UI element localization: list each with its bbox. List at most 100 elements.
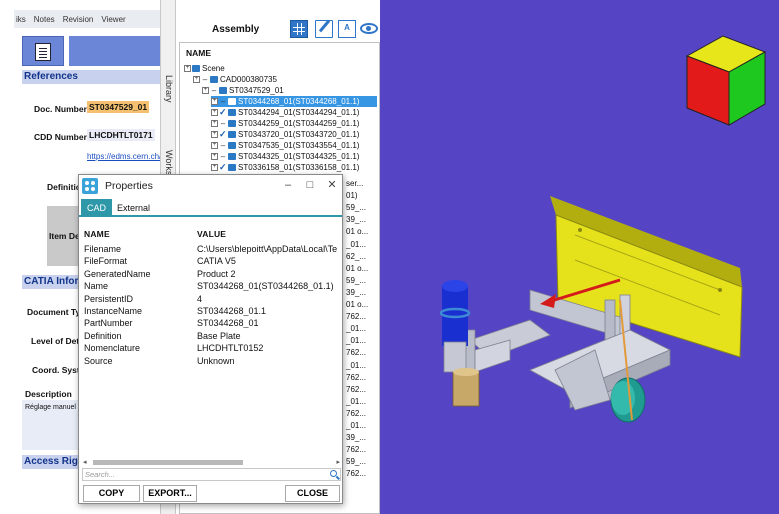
tree-row[interactable]: + – ST0347535_01(ST0343554_01.1) [211,140,359,151]
tree-row-truncated[interactable]: _01... [346,397,366,406]
search-icon[interactable] [330,470,337,477]
column-header-value[interactable]: VALUE [197,229,226,239]
document-icon-button[interactable] [22,36,64,66]
tab-external[interactable]: External [111,199,156,217]
close-button[interactable]: CLOSE [285,485,340,502]
property-value[interactable]: ST0344268_01.1 [197,306,342,316]
minimize-button[interactable]: – [279,177,297,193]
menu-item-revision[interactable]: Revision [63,15,94,24]
scroll-left-icon[interactable]: ◂ [83,458,87,466]
cdd-number-value[interactable]: LHCDHTLT0171 [87,129,155,141]
visibility-check-icon[interactable]: ✓ [219,162,227,173]
tree-row-truncated[interactable]: 762... [346,312,366,321]
tree-row-truncated[interactable]: _01... [346,336,366,345]
expand-toggle-icon[interactable]: + [193,76,200,83]
orientation-cube[interactable] [685,35,767,126]
maximize-button[interactable]: □ [301,177,319,193]
property-value[interactable]: CATIA V5 [197,256,342,266]
expand-toggle-icon[interactable]: + [211,98,218,105]
tree-row-truncated[interactable]: 01) [346,191,358,200]
tree-row[interactable]: + ✓ ST0343720_01(ST0343720_01.1) [211,129,359,140]
tree-row-truncated[interactable]: 62_... [346,252,366,261]
tab-cad[interactable]: CAD [81,199,113,217]
doc-number-value[interactable]: ST0347529_01 [87,101,150,113]
column-header-name[interactable]: NAME [84,229,110,239]
yellow-plate-part[interactable] [550,196,743,358]
expand-toggle-icon[interactable]: + [211,142,218,149]
tree-row-truncated[interactable]: 39_... [346,433,366,442]
tree-row-truncated[interactable]: _01... [346,240,366,249]
tree-row-truncated[interactable]: 39_... [346,215,366,224]
property-value[interactable]: 4 [197,294,342,304]
tree-row-truncated[interactable]: 01 o... [346,227,368,236]
property-value[interactable]: Base Plate [197,331,342,341]
scrollbar-thumb[interactable] [93,460,243,465]
visibility-hidden-icon[interactable]: – [210,85,218,96]
expand-toggle-icon[interactable]: + [211,153,218,160]
dialog-title-bar[interactable]: Properties – □ ✕ [79,175,342,197]
tree-row-truncated[interactable]: 762... [346,445,366,454]
export-button[interactable]: EXPORT... [143,485,197,502]
tree-row[interactable]: + Scene [184,63,225,74]
grid-view-icon[interactable] [290,20,308,38]
visibility-hidden-icon[interactable]: – [219,140,227,151]
tree-row[interactable]: + ✓ ST0344294_01(ST0344294_01.1) [211,107,359,118]
visibility-check-icon[interactable]: ✓ [219,107,227,118]
3d-viewport[interactable] [380,0,779,514]
expand-toggle-icon[interactable]: + [211,131,218,138]
tree-row-truncated[interactable]: 59_... [346,203,366,212]
tree-row[interactable]: + ✓ ST0336158_01(ST0336158_01.1) [211,162,359,173]
tree-row-truncated[interactable]: 762... [346,373,366,382]
property-value[interactable]: Unknown [197,356,342,366]
expand-toggle-icon[interactable]: + [211,164,218,171]
expand-toggle-icon[interactable]: + [202,87,209,94]
edms-link[interactable]: https://edms.cern.ch/ [87,152,160,161]
property-value[interactable]: Product 2 [197,269,342,279]
menu-item-notes[interactable]: Notes [34,15,55,24]
properties-search-input[interactable]: Search... [82,468,341,481]
expand-toggle-icon[interactable]: + [184,65,191,72]
property-value[interactable]: ST0344268_01(ST0344268_01.1) [197,281,342,291]
scroll-right-icon[interactable]: ▸ [336,458,340,466]
visibility-hidden-icon[interactable]: – [219,151,227,162]
tree-row-truncated[interactable]: 762... [346,348,366,357]
menu-item-viewer[interactable]: Viewer [101,15,125,24]
property-value[interactable]: C:\Users\blepoitt\AppData\Local\Te [197,244,342,254]
tree-row-truncated[interactable]: 01 o... [346,264,368,273]
tree-row[interactable]: + – ST0347529_01 [202,85,284,96]
visibility-hidden-icon[interactable]: – [219,118,227,129]
close-window-button[interactable]: ✕ [323,177,341,193]
expand-toggle-icon[interactable]: + [211,120,218,127]
visibility-check-icon[interactable]: ✓ [219,129,227,140]
tree-row-truncated[interactable]: 762... [346,409,366,418]
tree-row-truncated[interactable]: 762... [346,385,366,394]
property-value[interactable]: ST0344268_01 [197,318,342,328]
tree-row-truncated[interactable]: _01... [346,421,366,430]
copy-button[interactable]: COPY [83,485,140,502]
property-value[interactable]: LHCDHTLT0152 [197,343,342,353]
visibility-eye-icon[interactable] [360,23,378,34]
blue-cylinder-part[interactable] [439,280,471,373]
visibility-hidden-icon[interactable]: – [201,74,209,85]
tree-row-truncated[interactable]: ser... [346,179,363,188]
tree-row[interactable]: + – ST0344259_01(ST0344259_01.1) [211,118,359,129]
3d-scene[interactable] [380,0,779,514]
tree-row-truncated[interactable]: 762... [346,469,366,478]
tree-row[interactable]: + – CAD000380735 [193,74,277,85]
menu-item-links[interactable]: iks [16,15,26,24]
tree-row-truncated[interactable]: 59_... [346,276,366,285]
tree-row-truncated[interactable]: _01... [346,361,366,370]
horizontal-scrollbar[interactable]: ◂ ▸ [83,458,340,466]
edit-icon[interactable] [315,20,333,38]
tree-row-truncated[interactable]: 01 o... [346,300,368,309]
tree-row[interactable]: + – ST0344325_01(ST0344325_01.1) [211,151,359,162]
tree-row-truncated[interactable]: _01... [346,324,366,333]
tab-library[interactable]: Library [164,75,174,103]
expand-toggle-icon[interactable]: + [211,109,218,116]
tree-row-truncated[interactable]: 59_... [346,457,366,466]
label-icon[interactable]: A [338,20,356,38]
visibility-hidden-icon[interactable]: – [219,96,227,107]
tree-row-truncated[interactable]: 39_... [346,288,366,297]
brass-knob-part[interactable] [452,368,480,407]
tree-row[interactable]: + – ST0344268_01(ST0344268_01.1) [211,96,377,107]
